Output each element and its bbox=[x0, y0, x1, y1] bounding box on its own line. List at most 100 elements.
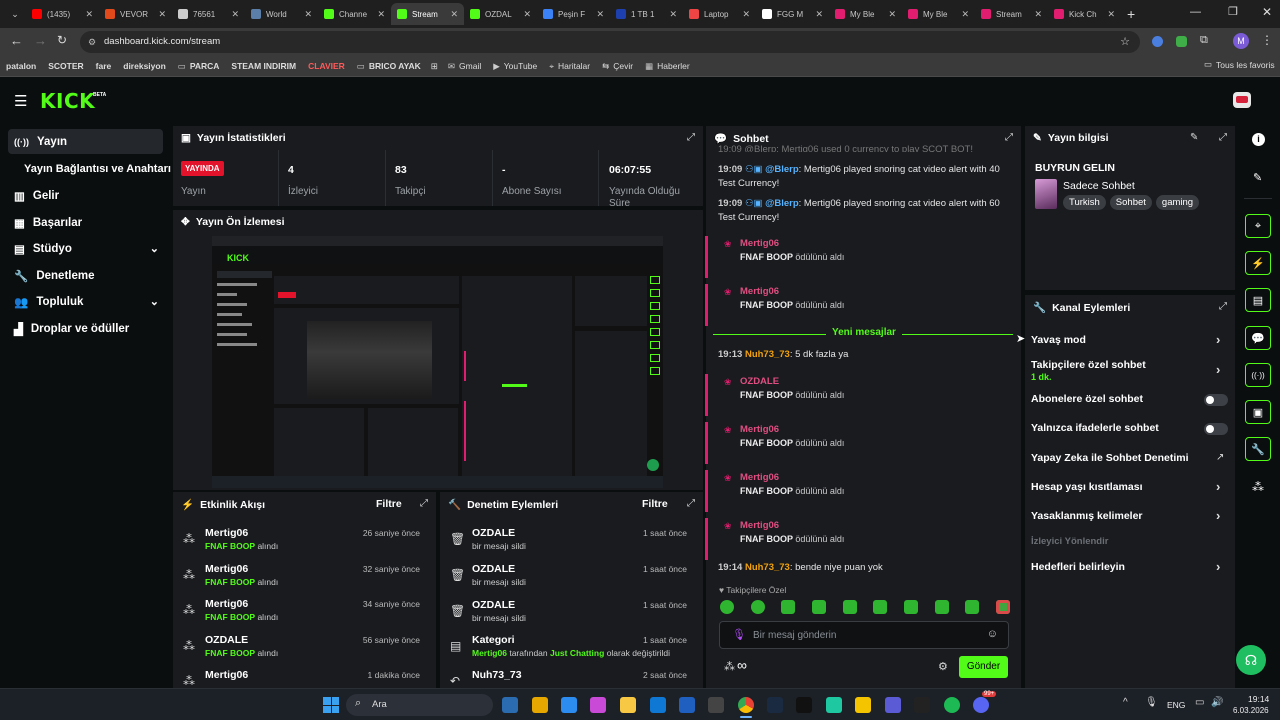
sidebar-item-revenue[interactable]: ▥ Gelir bbox=[8, 183, 163, 208]
browser-tab[interactable]: (1435) ✕ bbox=[26, 3, 99, 25]
emotes-only-toggle[interactable] bbox=[1204, 423, 1228, 435]
layout-button[interactable]: ▣ bbox=[1245, 400, 1271, 424]
redeem-username[interactable]: Mertig06 bbox=[740, 520, 779, 531]
expand-icon[interactable]: ⤢ bbox=[420, 498, 428, 509]
microphone-icon[interactable]: 🎙 bbox=[732, 628, 746, 641]
all-favorites-folder[interactable]: ▭ Tous les favoris bbox=[1198, 59, 1280, 70]
subs-only-toggle[interactable] bbox=[1204, 394, 1228, 406]
sidebar-item-stream[interactable]: ((·)) Yayın bbox=[8, 129, 163, 154]
bookmark-item[interactable]: ✉ Gmail bbox=[442, 61, 487, 72]
expand-icon[interactable]: ⤢ bbox=[1219, 301, 1227, 312]
chrome-icon[interactable] bbox=[738, 697, 754, 713]
stream-preview-video[interactable]: KICK bbox=[212, 236, 663, 488]
ai-moderation-row[interactable]: Yapay Zeka ile Sohbet Denetimi bbox=[1031, 452, 1231, 464]
windows-start-icon[interactable] bbox=[323, 697, 339, 713]
browser-tab[interactable]: Channe ✕ bbox=[318, 3, 391, 25]
network-icon[interactable]: ▭ bbox=[1195, 697, 1204, 708]
bookmark-item[interactable]: ▭ PARCA bbox=[172, 61, 226, 72]
browser-tab[interactable]: FGG M ✕ bbox=[756, 3, 829, 25]
reload-icon[interactable]: ↻ bbox=[57, 33, 67, 47]
emote-icon[interactable] bbox=[873, 600, 888, 614]
activity-row-name[interactable]: Mertig06 bbox=[205, 598, 248, 610]
edit-stream-icon[interactable]: ✎ bbox=[1190, 132, 1198, 143]
chat-username[interactable]: @Blerp bbox=[765, 198, 799, 209]
extension-icon-2[interactable] bbox=[1176, 36, 1187, 47]
emoji-picker-icon[interactable]: ☺ bbox=[987, 628, 998, 640]
task-view-icon[interactable] bbox=[502, 697, 518, 713]
tab-close-icon[interactable]: ✕ bbox=[231, 9, 239, 20]
back-icon[interactable]: ← bbox=[10, 33, 23, 48]
browser-tab[interactable]: 1 TB 1 ✕ bbox=[610, 3, 683, 25]
tools-button[interactable]: 🔧 bbox=[1245, 437, 1271, 461]
emote-icon[interactable] bbox=[720, 600, 734, 614]
browser-tab[interactable]: Stream ✕ bbox=[975, 3, 1048, 25]
extensions-puzzle-icon[interactable]: ⧉ bbox=[1200, 34, 1208, 47]
minimize-window-icon[interactable]: — bbox=[1190, 6, 1201, 18]
sidebar-item-achievements[interactable]: ▦ Başarılar bbox=[8, 210, 163, 235]
chat-username[interactable]: @Blerp bbox=[765, 164, 799, 175]
sidebar-item-moderation[interactable]: 🔧 Denetleme bbox=[8, 263, 163, 288]
tab-close-icon[interactable]: ✕ bbox=[85, 9, 93, 20]
info-icon[interactable]: i bbox=[1252, 133, 1265, 146]
banned-words-row[interactable]: Yasaklanmış kelimeler bbox=[1031, 510, 1231, 522]
account-age-row[interactable]: Hesap yaşı kısıtlaması bbox=[1031, 481, 1231, 493]
hamburger-menu-icon[interactable]: ☰ bbox=[14, 92, 27, 110]
tab-close-icon[interactable]: ✕ bbox=[304, 9, 312, 20]
close-window-icon[interactable]: ✕ bbox=[1262, 5, 1272, 19]
redeem-username[interactable]: Mertig06 bbox=[740, 238, 779, 249]
browser-tab[interactable]: 76561 ✕ bbox=[172, 3, 245, 25]
bookmark-item[interactable]: ▶ YouTube bbox=[487, 61, 543, 72]
epic-games-icon[interactable] bbox=[796, 697, 812, 713]
widgets-icon[interactable] bbox=[532, 697, 548, 713]
tab-close-icon[interactable]: ✕ bbox=[377, 9, 385, 20]
bolt-button[interactable]: ⚡ bbox=[1245, 251, 1271, 275]
emote-icon[interactable] bbox=[781, 600, 796, 614]
activity-row-name[interactable]: Mertig06 bbox=[205, 563, 248, 575]
users-icon[interactable]: ⁂ bbox=[1252, 480, 1264, 494]
app-icon[interactable] bbox=[826, 697, 842, 713]
browser-tab[interactable]: Kick Ch ✕ bbox=[1048, 3, 1121, 25]
expand-icon[interactable]: ⤢ bbox=[1005, 132, 1013, 143]
browser-tab[interactable]: My Ble ✕ bbox=[829, 3, 902, 25]
sidebar-item-community[interactable]: 👥 Topluluk ⌄ bbox=[8, 289, 163, 314]
chat-button[interactable]: 💬 bbox=[1245, 326, 1271, 350]
tag-chip[interactable]: gaming bbox=[1155, 195, 1200, 210]
bookmark-item[interactable]: SCOTER bbox=[42, 61, 89, 71]
tab-close-icon[interactable]: ✕ bbox=[158, 9, 166, 20]
emote-icon[interactable] bbox=[965, 600, 980, 614]
tab-close-icon[interactable]: ✕ bbox=[1034, 9, 1042, 20]
sidebar-item-stream-key[interactable]: Yayın Bağlantısı ve Anahtarı bbox=[18, 156, 171, 181]
activity-row-name[interactable]: Mertig06 bbox=[205, 669, 248, 681]
edit-rail-icon[interactable]: ✎ bbox=[1253, 171, 1262, 184]
sidebar-item-studio[interactable]: ▤ Stüdyo ⌄ bbox=[8, 236, 163, 261]
browser-tab[interactable]: My Ble ✕ bbox=[902, 3, 975, 25]
activity-filter-button[interactable]: Filtre bbox=[376, 498, 402, 510]
activity-row-name[interactable]: Mertig06 bbox=[205, 527, 248, 539]
chat-username[interactable]: Nuh73_73 bbox=[745, 349, 790, 360]
tab-close-icon[interactable]: ✕ bbox=[888, 9, 896, 20]
forward-icon[interactable]: → bbox=[34, 33, 47, 48]
bookmark-item[interactable]: STEAM INDIRIM bbox=[225, 61, 302, 71]
emote-icon[interactable] bbox=[811, 600, 826, 614]
followers-only-row[interactable]: Takipçilere özel sohbet 1 dk. bbox=[1031, 359, 1231, 383]
bookmark-star-icon[interactable]: ☆ bbox=[1120, 31, 1130, 53]
chat-input[interactable]: 🎙 Bir mesaj gönderin ☺ bbox=[719, 621, 1009, 649]
tab-close-icon[interactable]: ✕ bbox=[596, 9, 604, 20]
tab-close-icon[interactable]: ✕ bbox=[961, 9, 969, 20]
clock-date[interactable]: 6.03.2026 bbox=[1233, 706, 1269, 715]
edge-icon[interactable] bbox=[561, 697, 577, 713]
new-tab-button[interactable]: + bbox=[1127, 6, 1135, 22]
moderation-filter-button[interactable]: Filtre bbox=[642, 498, 668, 510]
browser-tab[interactable]: Laptop ✕ bbox=[683, 3, 756, 25]
tab-search-icon[interactable]: ⌄ bbox=[4, 9, 26, 20]
bookmark-item[interactable]: patalon bbox=[0, 61, 42, 71]
url-field[interactable]: ⚙ dashboard.kick.com/stream ☆ bbox=[80, 31, 1140, 53]
browser-tab[interactable]: VEVOR ✕ bbox=[99, 3, 172, 25]
volume-icon[interactable]: 🔊 bbox=[1211, 697, 1223, 708]
broadcast-button[interactable]: ((·)) bbox=[1245, 363, 1271, 387]
slow-mode-row[interactable]: Yavaş mod bbox=[1031, 334, 1231, 346]
tab-close-icon[interactable]: ✕ bbox=[669, 9, 677, 20]
redeem-username[interactable]: Mertig06 bbox=[740, 424, 779, 435]
notes-button[interactable]: ▤ bbox=[1245, 288, 1271, 312]
bookmark-item[interactable]: ⌖ Haritalar bbox=[543, 61, 596, 72]
